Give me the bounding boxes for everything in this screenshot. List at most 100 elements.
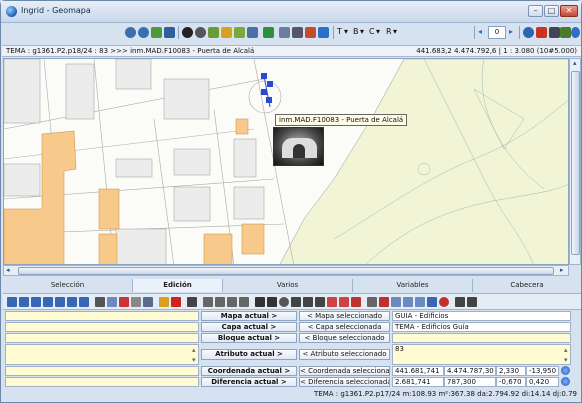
print-icon[interactable] — [164, 27, 175, 38]
minimize-button[interactable]: – — [528, 5, 543, 17]
tab-edicion[interactable]: Edición — [133, 279, 223, 292]
node-icon[interactable] — [107, 297, 117, 307]
atributo-seleccionado-button[interactable]: < Atributo seleccionado — [299, 349, 390, 360]
coord-y-value[interactable]: 4.474.787,30 — [444, 366, 496, 376]
binoculars-icon[interactable] — [467, 297, 477, 307]
coordenada-seleccionada-button[interactable]: < Coordenada selecciona... — [299, 366, 390, 376]
zoom-level-field[interactable]: 0 — [488, 26, 506, 39]
parallel-icon[interactable] — [239, 297, 249, 307]
target-icon[interactable] — [439, 297, 449, 307]
atributo-note-field[interactable]: ▴ ▾ — [5, 344, 199, 365]
maximize-button[interactable]: □ — [544, 5, 559, 17]
perpendicular-icon[interactable] — [227, 297, 237, 307]
c-tool[interactable]: C — [369, 27, 375, 36]
capa-actual-button[interactable]: Capa actual > — [201, 322, 297, 332]
diff-x-value[interactable]: 2.681,741 — [392, 377, 444, 387]
magnet-icon[interactable] — [119, 297, 129, 307]
mapa-actual-button[interactable]: Mapa actual > — [201, 311, 297, 321]
text-tool[interactable]: T — [337, 27, 342, 36]
b-tool[interactable]: B — [353, 27, 359, 36]
filter-icon[interactable] — [247, 27, 258, 38]
draw-icon[interactable] — [234, 27, 245, 38]
angle-icon[interactable] — [215, 297, 225, 307]
scroll-left-icon[interactable]: ◂ — [6, 266, 10, 274]
cursor-icon[interactable] — [95, 297, 105, 307]
scroll-up-icon[interactable]: ▴ — [564, 346, 568, 354]
rotate-icon[interactable] — [391, 297, 401, 307]
table-icon[interactable] — [279, 27, 290, 38]
vertical-scrollbar[interactable]: ▴ — [569, 58, 581, 265]
warning-icon[interactable] — [379, 297, 389, 307]
contrast-icon[interactable] — [195, 27, 206, 38]
scroll-up-icon[interactable]: ▴ — [192, 346, 196, 354]
link-icon[interactable] — [455, 297, 465, 307]
coord-go-icon[interactable] — [561, 366, 570, 375]
poly-tool-icon[interactable] — [43, 297, 53, 307]
erase-icon[interactable] — [327, 297, 337, 307]
atributo-value[interactable]: 83 ▴ ▾ — [392, 344, 571, 365]
brush-icon[interactable] — [267, 297, 277, 307]
stroke-icon[interactable] — [351, 297, 361, 307]
coordenada-actual-button[interactable]: Coordenada actual > — [201, 366, 297, 376]
chevron-down-icon[interactable]: ▾ — [344, 27, 348, 36]
join-icon[interactable] — [315, 297, 325, 307]
copy-icon[interactable] — [143, 297, 153, 307]
capa-seleccionada-button[interactable]: < Capa seleccionada — [299, 322, 390, 332]
vertical-scroll-thumb[interactable] — [571, 71, 580, 255]
tab-cabecera[interactable]: Cabecera — [473, 279, 581, 292]
measure-icon[interactable] — [367, 297, 377, 307]
diferencia-seleccionada-button[interactable]: < Diferencia seleccionada — [299, 377, 390, 387]
chevron-down-icon[interactable]: ▾ — [393, 27, 397, 36]
bloque-value[interactable] — [392, 333, 571, 343]
image-icon[interactable] — [292, 27, 303, 38]
layers-icon[interactable] — [182, 27, 193, 38]
map-canvas[interactable]: inm.MAD.F10083 - Puerta de Alcalá — [3, 58, 569, 265]
pan-icon[interactable] — [151, 27, 162, 38]
text-tool-icon[interactable] — [31, 297, 41, 307]
previous-arrow-icon[interactable]: ◂ — [478, 27, 482, 36]
chevron-down-icon[interactable]: ▾ — [376, 27, 380, 36]
scroll-down-icon[interactable]: ▾ — [564, 356, 568, 364]
diff-go-icon[interactable] — [561, 377, 570, 386]
bloque-note-field[interactable] — [5, 333, 199, 343]
scale-icon[interactable] — [415, 297, 425, 307]
paint-icon[interactable] — [305, 27, 316, 38]
tab-varios[interactable]: Varios — [223, 279, 353, 292]
horizontal-scrollbar[interactable]: ◂ ▸ — [3, 265, 569, 276]
mapa-seleccionado-button[interactable]: < Mapa seleccionado — [299, 311, 390, 321]
move-icon[interactable] — [427, 297, 437, 307]
scroll-up-icon[interactable]: ▴ — [573, 59, 577, 67]
diff-y-value[interactable]: 787,300 — [444, 377, 496, 387]
line-tool-icon[interactable] — [19, 297, 29, 307]
delete-icon[interactable] — [171, 297, 181, 307]
segment-icon[interactable] — [203, 297, 213, 307]
mirror-icon[interactable] — [403, 297, 413, 307]
help-icon[interactable] — [571, 27, 580, 38]
edit-icon[interactable] — [221, 27, 232, 38]
fill-icon[interactable] — [339, 297, 349, 307]
coordenada-note-field[interactable] — [5, 366, 199, 376]
tab-seleccion[interactable]: Selección — [3, 279, 133, 292]
bookmark-icon[interactable] — [536, 27, 547, 38]
circle-tool-icon[interactable] — [279, 297, 289, 307]
next-arrow-icon[interactable]: ▸ — [509, 27, 513, 36]
capa-note-field[interactable] — [5, 322, 199, 332]
bloque-actual-button[interactable]: Bloque actual > — [201, 333, 297, 343]
globe-tool-icon[interactable] — [523, 27, 534, 38]
paste-icon[interactable] — [159, 297, 169, 307]
r-tool[interactable]: R — [386, 27, 392, 36]
close-button[interactable]: ✕ — [560, 5, 578, 17]
diferencia-actual-button[interactable]: Diferencia actual > — [201, 377, 297, 387]
zoom-out-icon[interactable] — [138, 27, 149, 38]
atributo-actual-button[interactable]: Atributo actual > — [201, 349, 297, 360]
scroll-right-icon[interactable]: ▸ — [560, 266, 564, 274]
bloque-seleccionado-button[interactable]: < Bloque seleccionado — [299, 333, 390, 343]
mapa-note-field[interactable] — [5, 311, 199, 321]
chevron-down-icon[interactable]: ▾ — [360, 27, 364, 36]
settings-icon[interactable] — [549, 27, 560, 38]
diff-z-value[interactable]: -0,670 — [496, 377, 526, 387]
scroll-down-icon[interactable]: ▾ — [192, 356, 196, 364]
coord-w-value[interactable]: -13,950 — [526, 366, 559, 376]
scissors-icon[interactable] — [131, 297, 141, 307]
zoom-in-icon[interactable] — [125, 27, 136, 38]
